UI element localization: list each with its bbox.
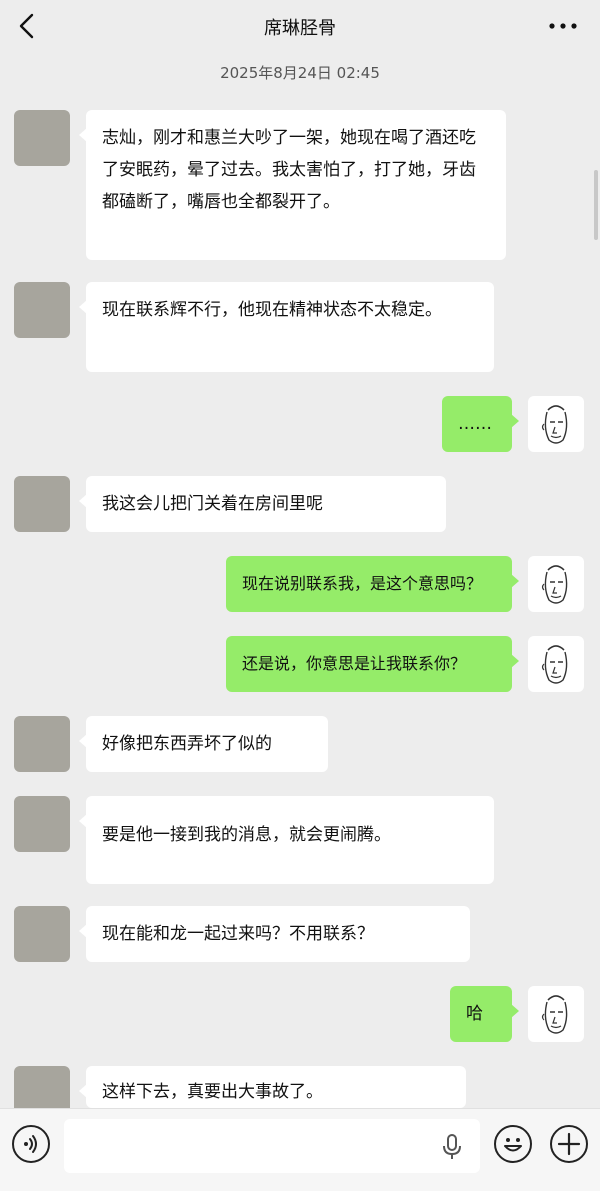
sketch-portrait-icon xyxy=(541,405,568,444)
contact-avatar[interactable] xyxy=(14,716,70,772)
contact-avatar[interactable] xyxy=(14,796,70,852)
contact-avatar[interactable] xyxy=(14,110,70,166)
contact-avatar[interactable] xyxy=(14,906,70,962)
message-bubble[interactable]: 这样下去，真要出大事故了。 xyxy=(79,1066,466,1108)
chat-title: 席琳胫骨 xyxy=(264,18,336,39)
sketch-portrait-icon xyxy=(541,565,568,604)
plus-button[interactable] xyxy=(550,1125,588,1163)
message-timestamp: 2025年8月24日 02:45 xyxy=(220,64,380,82)
sketch-portrait-icon xyxy=(541,995,568,1034)
message-bubble[interactable]: …… xyxy=(442,396,519,452)
message-bubble[interactable]: 还是说，你意思是让我联系你？ xyxy=(226,636,519,692)
message-bubble[interactable]: 现在能和龙一起过来吗？不用联系？ xyxy=(79,906,470,962)
plus-icon xyxy=(557,1132,581,1156)
self-avatar[interactable] xyxy=(528,986,584,1042)
message-bubble[interactable]: 志灿，刚才和惠兰大吵了一架，她现在喝了酒还吃了安眠药，晕了过去。我太害怕了，打了… xyxy=(79,110,506,260)
contact-avatar[interactable] xyxy=(14,282,70,338)
message-bubble[interactable]: 现在联系辉不行，他现在精神状态不太稳定。 xyxy=(79,282,494,372)
self-avatar[interactable] xyxy=(528,556,584,612)
voice-icon xyxy=(24,1135,37,1153)
message-bubble[interactable]: 现在说别联系我，是这个意思吗？ xyxy=(226,556,519,612)
voice-button[interactable] xyxy=(12,1125,50,1163)
microphone-icon[interactable] xyxy=(440,1133,464,1161)
message-bubble[interactable]: 好像把东西弄坏了似的 xyxy=(79,716,328,772)
self-avatar[interactable] xyxy=(528,396,584,452)
contact-avatar[interactable] xyxy=(14,476,70,532)
message-bubble[interactable]: 哈 xyxy=(450,986,519,1042)
emoji-icon xyxy=(504,1138,522,1152)
scrollbar[interactable] xyxy=(594,170,598,240)
message-bubble[interactable]: 我这会儿把门关着在房间里呢 xyxy=(79,476,446,532)
message-input[interactable] xyxy=(64,1119,480,1173)
self-avatar[interactable] xyxy=(528,636,584,692)
sketch-portrait-icon xyxy=(541,645,568,684)
input-bar xyxy=(0,1108,600,1191)
message-bubble[interactable]: 要是他一接到我的消息，就会更闹腾。 xyxy=(79,796,494,884)
ellipsis-icon[interactable] xyxy=(548,18,578,34)
top-bar: 席琳胫骨 xyxy=(0,0,600,52)
emoji-button[interactable] xyxy=(494,1125,532,1163)
